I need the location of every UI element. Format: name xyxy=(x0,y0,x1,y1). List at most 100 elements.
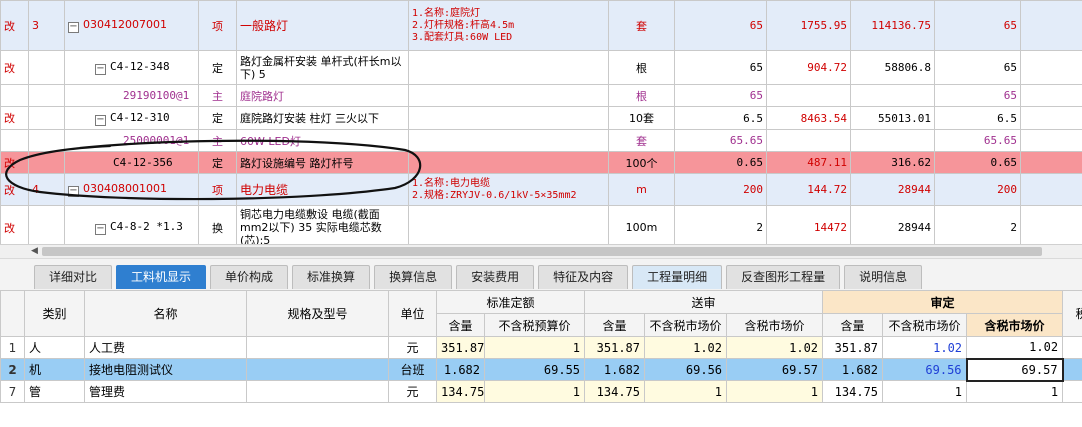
resource-name[interactable]: 人工费 xyxy=(84,336,247,359)
audit-qty[interactable]: 200 xyxy=(934,173,1021,206)
aud-notax[interactable]: 69.56 xyxy=(882,358,968,381)
collapse-icon[interactable]: − xyxy=(68,22,79,33)
item-name[interactable]: 路灯设施编号 路灯杆号 xyxy=(236,151,409,174)
item-features[interactable] xyxy=(408,50,609,85)
item-qty[interactable]: 65 xyxy=(674,84,767,107)
item-code-cell[interactable]: − C4-12-310 xyxy=(64,106,199,130)
table-row[interactable]: 改 − C4-12-310 定 庭院路灯安装 柱灯 三火以下 10套 6.5 84… xyxy=(0,106,1082,130)
table-row[interactable]: 1 人 人工费 元 351.87 1 351.87 1.02 1.02 351.… xyxy=(0,336,1082,359)
header-tax-truncated[interactable]: 税 xyxy=(1062,290,1082,337)
table-row[interactable]: 改 − C4-8-2 *1.3 换 铜芯电力电缆敷设 电缆(截面mm2以下) 35… xyxy=(0,205,1082,244)
resource-spec[interactable] xyxy=(246,336,389,359)
aud-qty[interactable]: 1.682 xyxy=(822,358,884,381)
item-features[interactable] xyxy=(408,129,609,152)
item-features[interactable] xyxy=(408,205,609,244)
tab-detail-compare[interactable]: 详细对比 xyxy=(34,265,113,289)
aud-notax[interactable]: 1 xyxy=(882,380,968,403)
aud-notax[interactable]: 1.02 xyxy=(882,336,968,359)
collapse-icon[interactable]: − xyxy=(95,224,106,235)
header-aud-tax[interactable]: 含税市场价 xyxy=(966,313,1064,337)
item-features[interactable] xyxy=(408,151,609,174)
table-row[interactable]: 25000001@1 主 60W LED灯 套 65.65 65.65 xyxy=(0,129,1082,152)
resource-unit[interactable]: 元 xyxy=(388,380,437,403)
item-code-cell[interactable]: − C4-8-2 *1.3 xyxy=(64,205,199,244)
audit-qty[interactable]: 65 xyxy=(934,84,1021,107)
audit-qty[interactable]: 65 xyxy=(934,0,1021,51)
audit-qty[interactable]: 65.65 xyxy=(934,129,1021,152)
item-qty[interactable]: 65 xyxy=(674,0,767,51)
audit-qty[interactable]: 6.5 xyxy=(934,106,1021,130)
item-qty[interactable]: 65 xyxy=(674,50,767,85)
collapse-icon[interactable]: − xyxy=(95,114,106,126)
item-qty[interactable]: 200 xyxy=(674,173,767,206)
item-name[interactable]: 路灯金属杆安装 单杆式(杆长m以下) 5 xyxy=(236,50,409,85)
tax-cell[interactable] xyxy=(1062,336,1082,359)
tax-cell[interactable] xyxy=(1062,358,1082,381)
item-code[interactable]: 29190100@1 xyxy=(64,84,199,107)
item-name[interactable]: 铜芯电力电缆敷设 电缆(截面mm2以下) 35 实际电缆芯数(芯):5 xyxy=(236,205,409,244)
header-send-notax[interactable]: 不含税市场价 xyxy=(644,313,728,337)
table-row[interactable]: 7 管 管理费 元 134.75 1 134.75 1 1 134.75 1 1 xyxy=(0,380,1082,403)
header-std-price[interactable]: 不含税预算价 xyxy=(483,313,586,337)
item-qty[interactable]: 2 xyxy=(674,205,767,244)
tab-install-fee[interactable]: 安装费用 xyxy=(456,265,535,289)
item-qty[interactable]: 6.5 xyxy=(674,106,767,130)
item-qty[interactable]: 65.65 xyxy=(674,129,767,152)
item-code[interactable]: C4-12-356 xyxy=(64,151,199,174)
item-name[interactable]: 60W LED灯 xyxy=(236,129,409,152)
header-send-tax[interactable]: 含税市场价 xyxy=(726,313,824,337)
collapse-icon[interactable]: − xyxy=(68,186,79,197)
horizontal-scrollbar[interactable]: ◀ xyxy=(28,244,1082,258)
table-row[interactable]: 改 4 −030408001001 项 电力电缆 1.名称:电力电缆 2.规格:… xyxy=(0,173,1082,206)
item-code[interactable]: 25000001@1 xyxy=(64,129,199,152)
item-features[interactable]: 1.名称:庭院灯 2.灯杆规格:杆高4.5m 3.配套灯具:60W LED xyxy=(408,0,609,51)
tab-conversion-info[interactable]: 换算信息 xyxy=(374,265,453,289)
table-row[interactable]: 29190100@1 主 庭院路灯 根 65 65 xyxy=(0,84,1082,107)
header-name[interactable]: 名称 xyxy=(84,290,247,337)
aud-qty[interactable]: 134.75 xyxy=(822,380,884,403)
header-std-qty[interactable]: 含量 xyxy=(436,313,485,337)
item-code-cell[interactable]: −030408001001 xyxy=(64,173,199,206)
header-send-qty[interactable]: 含量 xyxy=(584,313,646,337)
table-row-selected[interactable]: 改 C4-12-356 定 路灯设施编号 路灯杆号 100个 0.65 487.… xyxy=(0,151,1082,174)
item-name[interactable]: 庭院路灯安装 柱灯 三火以下 xyxy=(236,106,409,130)
collapse-icon[interactable]: − xyxy=(95,64,106,75)
scroll-left-icon[interactable]: ◀ xyxy=(31,246,38,256)
item-code-cell[interactable]: −030412007001 xyxy=(64,0,199,51)
scrollbar-thumb[interactable] xyxy=(42,247,1042,256)
audit-qty[interactable]: 65 xyxy=(934,50,1021,85)
tab-unit-price[interactable]: 单价构成 xyxy=(210,265,289,289)
tax-cell[interactable] xyxy=(1062,380,1082,403)
item-name[interactable]: 电力电缆 xyxy=(236,173,409,206)
table-row-selected[interactable]: 2 机 接地电阻测试仪 台班 1.682 69.55 1.682 69.56 6… xyxy=(0,357,1082,382)
item-features[interactable]: 1.名称:电力电缆 2.规格:ZRYJV-0.6/1kV-5×35mm2 xyxy=(408,173,609,206)
item-qty[interactable]: 0.65 xyxy=(674,151,767,174)
tab-features-content[interactable]: 特征及内容 xyxy=(538,265,629,289)
item-features[interactable] xyxy=(408,84,609,107)
tab-labor-material-machine[interactable]: 工料机显示 xyxy=(116,265,207,289)
resource-unit[interactable]: 台班 xyxy=(388,358,437,381)
resource-spec[interactable] xyxy=(246,380,389,403)
item-name[interactable]: 庭院路灯 xyxy=(236,84,409,107)
audit-qty[interactable]: 0.65 xyxy=(934,151,1021,174)
item-features[interactable] xyxy=(408,106,609,130)
header-aud-qty[interactable]: 含量 xyxy=(822,313,884,337)
aud-tax[interactable]: 1.02 xyxy=(966,336,1064,359)
resource-name[interactable]: 管理费 xyxy=(84,380,247,403)
resource-type[interactable]: 机 xyxy=(24,358,85,381)
header-aud-notax[interactable]: 不含税市场价 xyxy=(882,313,968,337)
table-row[interactable]: 改 3 −030412007001 项 一般路灯 1.名称:庭院灯 2.灯杆规格… xyxy=(0,0,1082,51)
tab-standard-conversion[interactable]: 标准换算 xyxy=(292,265,371,289)
tab-notes[interactable]: 说明信息 xyxy=(844,265,923,289)
aud-tax[interactable]: 1 xyxy=(966,380,1064,403)
aud-tax-editor[interactable]: 69.57 xyxy=(965,357,1064,382)
tab-quantity-detail[interactable]: 工程量明细 xyxy=(632,265,723,289)
resource-unit[interactable]: 元 xyxy=(388,336,437,359)
resource-spec[interactable] xyxy=(246,358,389,381)
item-name[interactable]: 一般路灯 xyxy=(236,0,409,51)
aud-qty[interactable]: 351.87 xyxy=(822,336,884,359)
item-code-cell[interactable]: − C4-12-348 xyxy=(64,50,199,85)
header-spec[interactable]: 规格及型号 xyxy=(246,290,389,337)
tab-reverse-graphic-quantity[interactable]: 反查图形工程量 xyxy=(726,265,841,289)
header-type[interactable]: 类别 xyxy=(24,290,85,337)
